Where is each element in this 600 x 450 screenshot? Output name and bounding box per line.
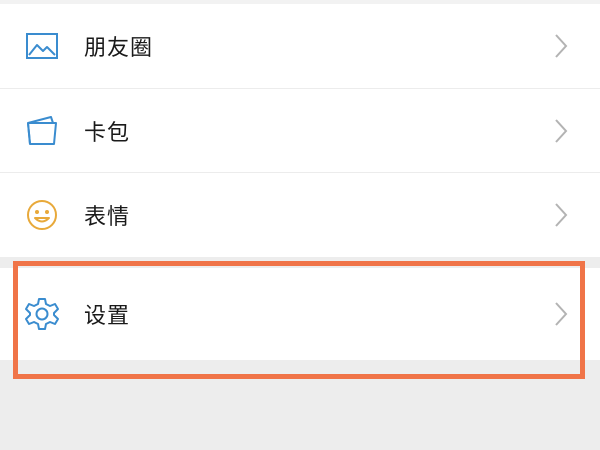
menu-item-label: 卡包 [84,121,131,146]
menu-item-stickers[interactable]: 表情 [0,173,600,257]
me-page-screen: 朋友圈 卡包 表情 设置 [0,0,600,450]
menu-item-moments[interactable]: 朋友圈 [0,4,600,88]
menu-group: 朋友圈 卡包 表情 [0,0,600,257]
menu-item-label: 表情 [84,205,131,230]
image-icon [24,28,60,64]
chevron-right-icon [553,201,569,229]
gear-icon [24,296,60,332]
chevron-right-icon [553,117,569,145]
menu-item-label: 设置 [84,304,131,329]
chevron-right-icon [553,300,569,328]
menu-item-label: 朋友圈 [84,36,154,61]
wallet-icon [24,113,60,149]
smiley-icon [24,197,60,233]
menu-item-settings[interactable]: 设置 [0,272,600,356]
chevron-right-icon [553,32,569,60]
settings-group: 设置 [0,268,600,360]
menu-item-card-wallet[interactable]: 卡包 [0,89,600,173]
